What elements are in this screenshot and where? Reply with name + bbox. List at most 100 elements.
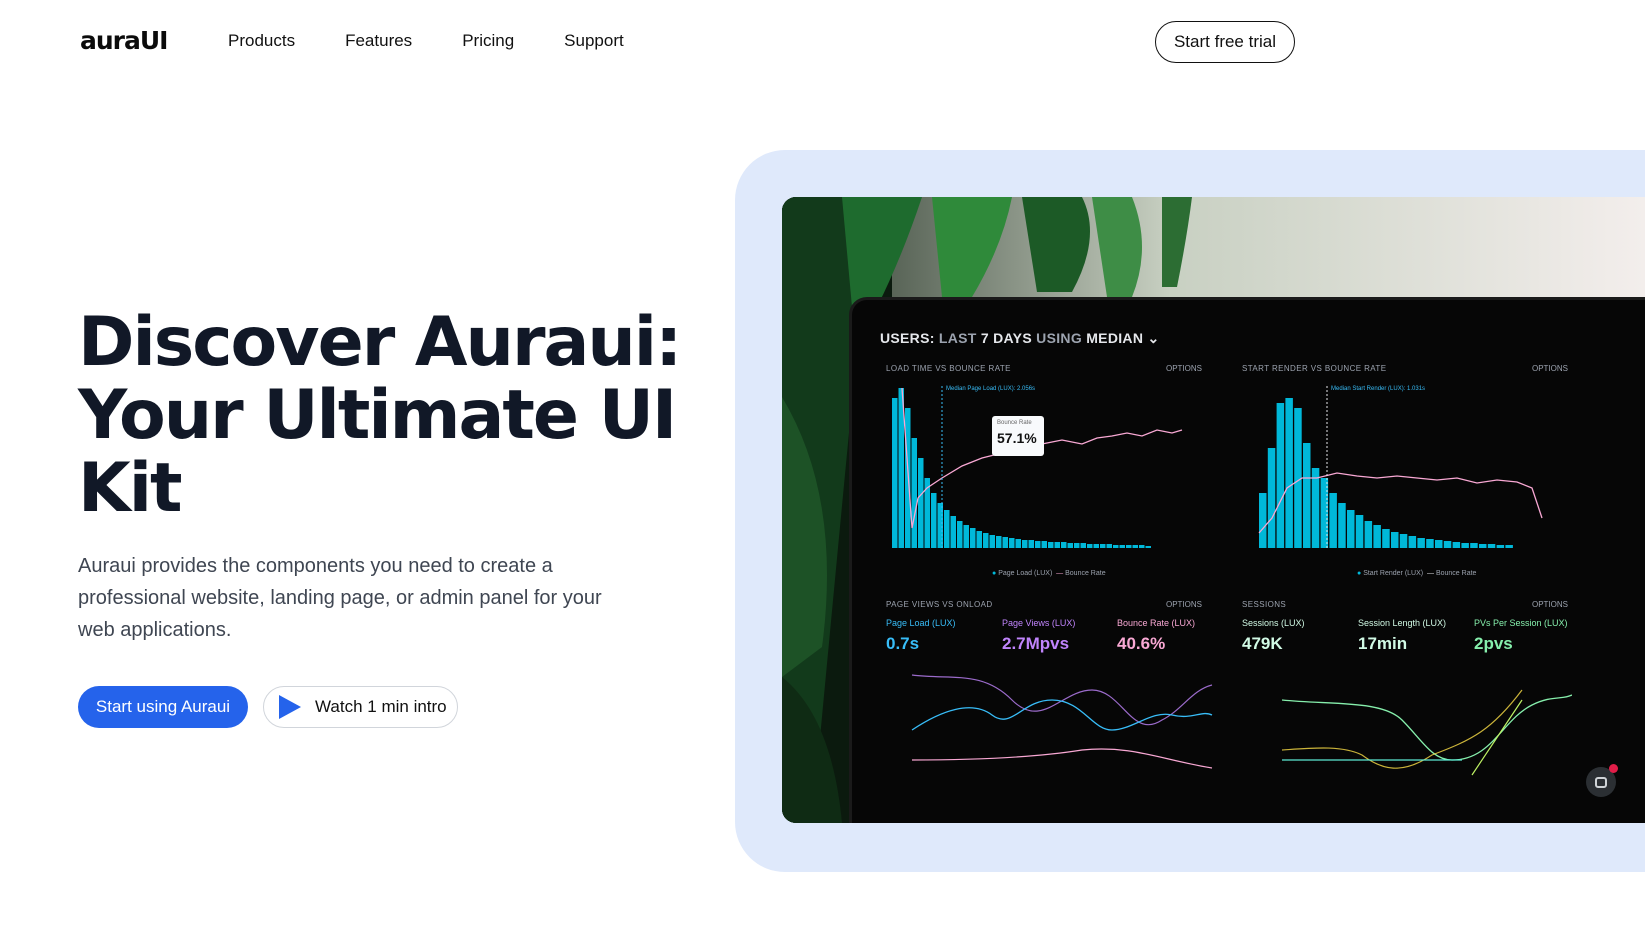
start-free-trial-button[interactable]: Start free trial [1155,21,1295,63]
metric-value: 40.6% [1117,634,1166,653]
metric-label: Page Load (LUX) [886,618,956,628]
nav-link-pricing[interactable]: Pricing [462,31,514,51]
histogram-bar [1408,536,1417,548]
histogram-bar [1364,521,1373,548]
histogram-bar [996,536,1002,548]
logo[interactable]: auraUI [80,26,168,55]
nav-link-support[interactable]: Support [564,31,624,51]
metric-value: 17min [1358,634,1408,653]
chat-icon[interactable] [1586,764,1618,797]
histogram-bar [1022,540,1028,548]
histogram-bar [1074,543,1080,548]
hero-dashboard-photo: USERS: LAST 7 DAYS USING MEDIAN ⌄ LOAD T… [782,197,1645,823]
histogram-bar [1382,529,1390,548]
histogram-bar [1093,544,1099,548]
hero-description: Auraui provides the components you need … [78,555,602,641]
options-button[interactable]: OPTIONS [1166,364,1202,373]
panel-title-load-time: LOAD TIME VS BOUNCE RATE [886,364,1011,373]
page-views-chart [911,674,1213,769]
options-button[interactable]: OPTIONS [1532,364,1568,373]
legend-left: ● Page Load (LUX) — Bounce Rate [992,570,1106,577]
dashboard-monitor: USERS: LAST 7 DAYS USING MEDIAN ⌄ LOAD T… [849,297,1645,823]
histogram-bar [983,533,989,548]
histogram-bar [1106,544,1112,548]
sessions-chart [1281,689,1572,776]
histogram-bar [1443,541,1452,548]
histogram-bar [970,528,976,548]
panel-title-sessions: SESSIONS [1242,600,1287,609]
watch-intro-button[interactable]: Watch 1 min intro [263,686,458,728]
histogram-bar [1126,545,1132,548]
histogram-bar [1355,515,1364,548]
histogram-bar [931,493,937,548]
options-button[interactable]: OPTIONS [1166,600,1202,609]
histogram-bar [1080,543,1086,548]
histogram-bar [1145,546,1151,548]
histogram-bar [1276,403,1285,548]
play-icon [279,695,301,719]
metric-value: 479K [1242,634,1283,653]
metric-label: Page Views (LUX) [1002,618,1076,628]
header-median: MEDIAN [1086,330,1144,346]
histogram-bar [1009,538,1015,548]
panel-title-start-render: START RENDER VS BOUNCE RATE [1242,364,1387,373]
histogram-bar [937,503,943,548]
histogram-bar [989,535,995,548]
histogram-bar [1399,534,1408,548]
legend-item: Bounce Rate [1435,570,1477,577]
histogram-bar [1100,544,1106,548]
histogram-bar [1028,540,1034,548]
watch-intro-label: Watch 1 min intro [315,697,447,716]
histogram-bar [1139,545,1145,548]
legend-right: ● Start Render (LUX) — Bounce Rate [1357,570,1477,577]
histogram-bar [1329,493,1337,548]
histogram-bar [918,458,924,548]
median-render-label: Median Start Render (LUX): 1.031s [1331,386,1425,392]
nav-link-features[interactable]: Features [345,31,412,51]
histogram-bar [1426,539,1434,548]
histogram-bar [1338,503,1346,548]
legend-item: Start Render (LUX) [1363,570,1424,577]
histogram-bar [905,408,911,548]
histogram-bar [976,531,982,548]
histogram-bar [1470,543,1478,548]
hero-title: Discover Auraui: Your Ultimate UI Kit [78,306,682,525]
legend-item: Page Load (LUX) [998,570,1053,577]
histogram-bar [1391,532,1399,548]
metric-value: 2.7Mpvs [1002,634,1070,653]
histogram-bar [1496,545,1505,548]
histogram-bar [1320,478,1329,548]
histogram-bar [1487,544,1496,548]
nav-link-products[interactable]: Products [228,31,295,51]
histogram-bar [1285,398,1293,548]
histogram-bar [1347,510,1355,548]
chevron-down-icon: ⌄ [1147,330,1160,346]
histogram-bar [950,516,956,548]
histogram-bar [1035,541,1041,548]
metric-label: Session Length (LUX) [1358,618,1447,628]
metric-value: 2pvs [1474,634,1513,653]
histogram-bar [1061,542,1067,548]
start-render-chart: Median Start Render (LUX): 1.031s [1258,386,1543,548]
histogram-bar [1054,542,1060,548]
hero-title-line: Your Ultimate UI [78,376,677,455]
dashboard-header: USERS: LAST 7 DAYS USING MEDIAN ⌄ [880,330,1159,347]
legend-item: Bounce Rate [1065,570,1106,577]
histogram-bar [1067,543,1073,548]
histogram-bar [892,398,898,548]
panel-title-page-views: PAGE VIEWS VS ONLOAD [886,600,993,609]
histogram-bar [1479,544,1487,548]
histogram-bar [1294,408,1302,548]
median-load-label: Median Page Load (LUX): 2.056s [946,386,1035,392]
histogram-bar [944,510,950,548]
metric-label: Bounce Rate (LUX) [1117,618,1196,628]
options-button[interactable]: OPTIONS [1532,600,1568,609]
histogram-bar [957,521,963,548]
histogram-bar [1015,539,1021,548]
histogram-bar [1267,448,1276,548]
metric-label: PVs Per Session (LUX) [1474,618,1568,628]
histogram-bar [911,438,917,548]
header-using: USING [1036,330,1083,346]
header-days: 7 DAYS [980,330,1032,346]
start-using-button[interactable]: Start using Auraui [78,686,248,728]
